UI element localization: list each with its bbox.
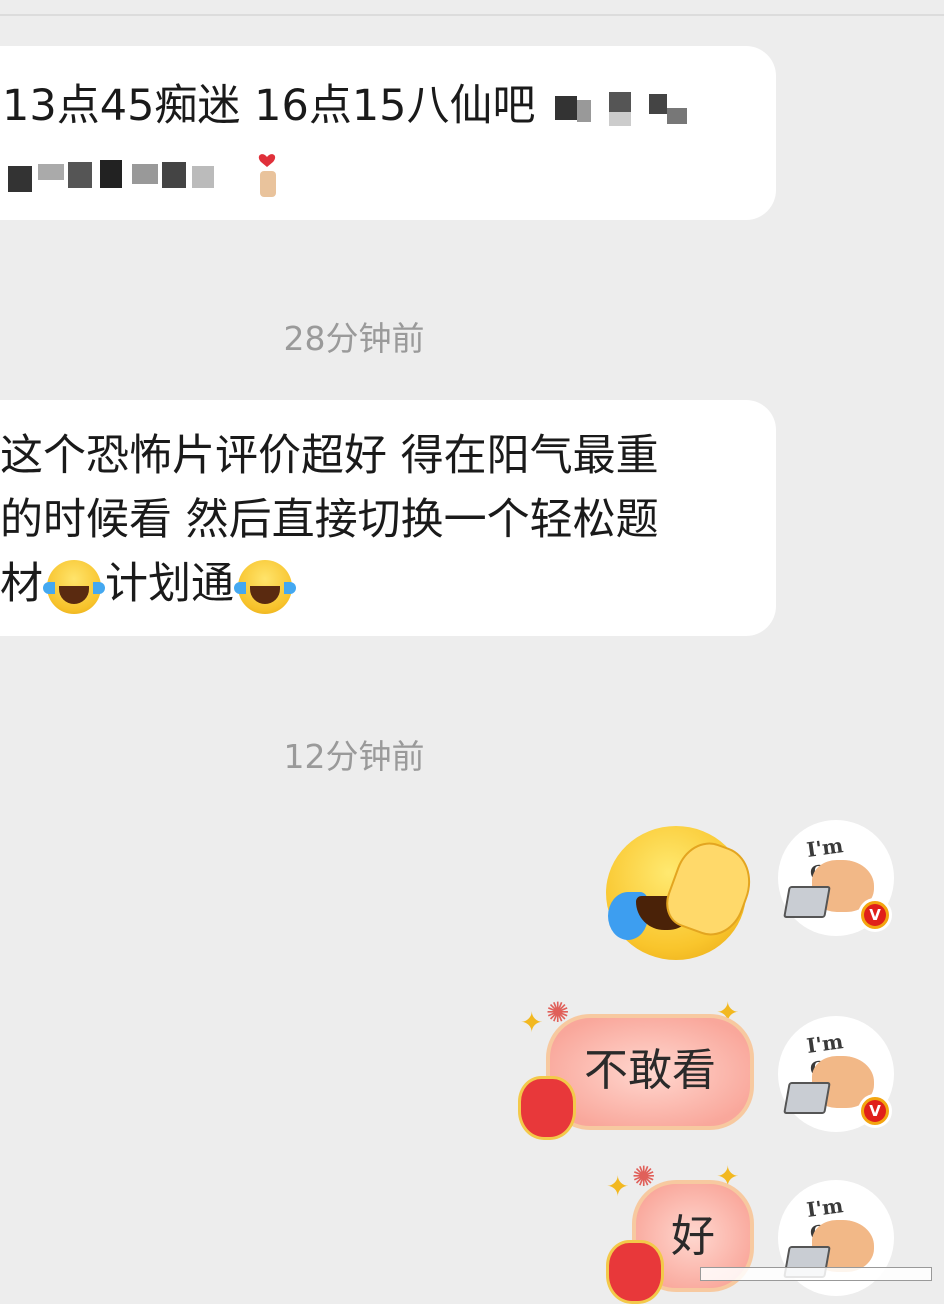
sticker-text: 好 (671, 1211, 715, 1262)
incoming-message-2[interactable]: 这个恐怖片评价超好 得在阳气最重 的时候看 然后直接切换一个轻松题 材计划通 (0, 400, 776, 636)
message-text-line: 的时候看 然后直接切换一个轻松题 (0, 495, 659, 545)
sticker-message[interactable]: 不敢看 (546, 1014, 754, 1130)
top-divider (0, 14, 944, 16)
timestamp: 12分钟前 (283, 737, 425, 776)
message-text-line-3: 材计划通 (0, 552, 776, 616)
censor-mosaic-2 (2, 150, 232, 200)
watermark (700, 1262, 936, 1284)
message-text-line-2 (2, 140, 776, 204)
avatar[interactable]: I'm OK! V (778, 1016, 894, 1132)
face-with-tears-of-joy-icon (43, 559, 105, 614)
sparkle-icon: ✦ (520, 1006, 544, 1039)
sticker-text: 不敢看 (584, 1045, 716, 1096)
laptop-icon (783, 886, 831, 918)
incoming-message-1[interactable]: 13点45痴迷 16点15八仙吧 (0, 46, 776, 220)
facepalm-laugh-icon[interactable] (606, 826, 762, 960)
face-with-tears-of-joy-icon (234, 559, 296, 614)
verified-v-icon: V (858, 1094, 892, 1128)
censor-mosaic (549, 86, 699, 132)
laptop-icon (783, 1082, 831, 1114)
message-text-line: 13点45痴迷 16点15八仙吧 (2, 74, 776, 138)
watermark-mosaic (700, 1263, 932, 1283)
verified-v-icon: V (858, 898, 892, 932)
sparkle-icon: ✦ (606, 1170, 630, 1203)
timestamp: 28分钟前 (283, 319, 425, 358)
message-text-line: 这个恐怖片评价超好 得在阳气最重 (0, 431, 659, 481)
finger-heart-icon (252, 151, 282, 199)
avatar[interactable]: I'm OK! V (778, 820, 894, 936)
lucky-bag-icon (518, 1076, 576, 1140)
lucky-bag-icon (606, 1240, 664, 1304)
